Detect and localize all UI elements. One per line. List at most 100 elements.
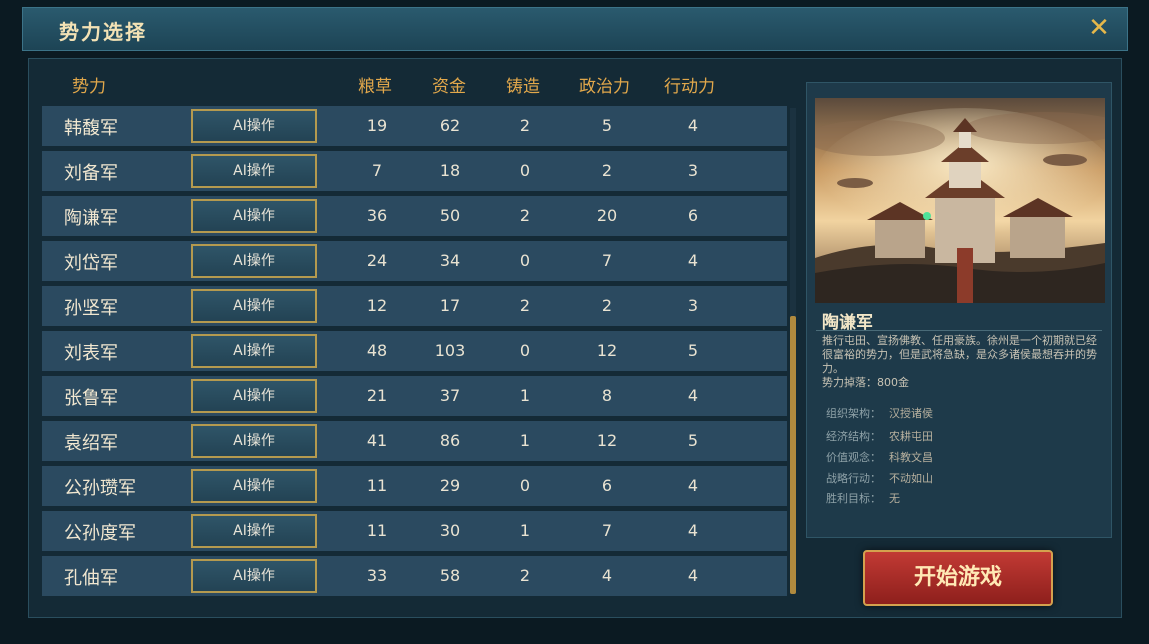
politics-value: 12 xyxy=(596,341,618,360)
grain-value: 7 xyxy=(371,161,383,180)
table-row[interactable]: 韩馥军 AI操作 19 62 2 5 4 xyxy=(42,106,787,146)
grain-value: 36 xyxy=(366,206,388,225)
faction-name: 孔伷军 xyxy=(64,568,118,589)
table-row[interactable]: 张鲁军 AI操作 21 37 1 8 4 xyxy=(42,376,787,416)
faction-name: 刘岱军 xyxy=(64,253,118,274)
funds-value: 50 xyxy=(439,206,461,225)
ai-control-button[interactable]: AI操作 xyxy=(191,424,317,458)
politics-value: 6 xyxy=(601,476,613,495)
header-politics: 政治力 xyxy=(579,77,630,97)
table-row[interactable]: 刘岱军 AI操作 24 34 0 7 4 xyxy=(42,241,787,281)
field-label: 组织架构： xyxy=(826,407,881,420)
cast-value: 2 xyxy=(519,566,531,585)
ai-control-button[interactable]: AI操作 xyxy=(191,109,317,143)
action-value: 4 xyxy=(687,386,699,405)
politics-value: 12 xyxy=(596,431,618,450)
table-row[interactable]: 公孙度军 AI操作 11 30 1 7 4 xyxy=(42,511,787,551)
close-icon[interactable]: ✕ xyxy=(1085,14,1113,42)
grain-value: 33 xyxy=(366,566,388,585)
funds-value: 62 xyxy=(439,116,461,135)
ai-control-button[interactable]: AI操作 xyxy=(191,559,317,593)
action-value: 4 xyxy=(687,116,699,135)
field-values: 价值观念： 科教文昌 xyxy=(826,449,933,465)
ai-control-button[interactable]: AI操作 xyxy=(191,379,317,413)
table-row[interactable]: 孙坚军 AI操作 12 17 2 2 3 xyxy=(42,286,787,326)
cast-value: 0 xyxy=(519,161,531,180)
grain-value: 24 xyxy=(366,251,388,270)
politics-value: 7 xyxy=(601,521,613,540)
ai-control-button[interactable]: AI操作 xyxy=(191,244,317,278)
faction-name: 公孙度军 xyxy=(64,523,136,544)
divider xyxy=(816,330,1102,331)
funds-value: 17 xyxy=(439,296,461,315)
page-title: 势力选择 xyxy=(59,20,147,44)
action-value: 4 xyxy=(687,521,699,540)
politics-value: 7 xyxy=(601,251,613,270)
grain-value: 11 xyxy=(366,521,388,540)
action-value: 3 xyxy=(687,296,699,315)
table-row[interactable]: 刘备军 AI操作 7 18 0 2 3 xyxy=(42,151,787,191)
action-value: 4 xyxy=(687,251,699,270)
faction-name: 陶谦军 xyxy=(64,208,118,229)
field-label: 战略行动： xyxy=(826,472,881,485)
ai-control-button[interactable]: AI操作 xyxy=(191,469,317,503)
funds-value: 30 xyxy=(439,521,461,540)
action-value: 3 xyxy=(687,161,699,180)
field-victory: 胜利目标： 无 xyxy=(826,490,900,506)
cast-value: 0 xyxy=(519,251,531,270)
field-label: 经济结构： xyxy=(826,430,881,443)
table-row[interactable]: 公孙瓒军 AI操作 11 29 0 6 4 xyxy=(42,466,787,506)
cast-value: 2 xyxy=(519,116,531,135)
scrollbar[interactable] xyxy=(790,108,796,594)
ai-control-button[interactable]: AI操作 xyxy=(191,154,317,188)
cast-value: 1 xyxy=(519,521,531,540)
field-economy: 经济结构： 农耕屯田 xyxy=(826,428,933,444)
politics-value: 2 xyxy=(601,296,613,315)
field-value: 科教文昌 xyxy=(889,451,933,464)
ai-control-button[interactable]: AI操作 xyxy=(191,199,317,233)
header-cast: 铸造 xyxy=(506,77,540,97)
faction-name: 韩馥军 xyxy=(64,118,118,139)
header-faction: 势力 xyxy=(72,77,106,97)
faction-name: 公孙瓒军 xyxy=(64,478,136,499)
table-row[interactable]: 刘表军 AI操作 48 103 0 12 5 xyxy=(42,331,787,371)
faction-name: 张鲁军 xyxy=(64,388,118,409)
header-action: 行动力 xyxy=(664,77,715,97)
cast-value: 2 xyxy=(519,206,531,225)
field-value: 农耕屯田 xyxy=(889,430,933,443)
funds-value: 58 xyxy=(439,566,461,585)
title-bar: 势力选择 ✕ xyxy=(22,7,1128,51)
grain-value: 48 xyxy=(366,341,388,360)
start-game-button[interactable]: 开始游戏 xyxy=(863,550,1053,606)
ai-control-button[interactable]: AI操作 xyxy=(191,334,317,368)
funds-value: 86 xyxy=(439,431,461,450)
header-grain: 粮草 xyxy=(358,77,392,97)
cast-value: 1 xyxy=(519,431,531,450)
field-organization: 组织架构： 汉授诸侯 xyxy=(826,405,933,421)
grain-value: 19 xyxy=(366,116,388,135)
field-value: 汉授诸侯 xyxy=(889,407,933,420)
grain-value: 12 xyxy=(366,296,388,315)
faction-name: 刘备军 xyxy=(64,163,118,184)
field-strategy: 战略行动： 不动如山 xyxy=(826,470,933,486)
grain-value: 11 xyxy=(366,476,388,495)
funds-value: 37 xyxy=(439,386,461,405)
drop-text: 势力掉落：800金 xyxy=(822,376,909,389)
cast-value: 0 xyxy=(519,341,531,360)
description-text: 推行屯田、宣扬佛教、任用豪族。徐州是一个初期就已经很富裕的势力，但是武将急缺，是… xyxy=(822,334,1097,375)
faction-description: 推行屯田、宣扬佛教、任用豪族。徐州是一个初期就已经很富裕的势力，但是武将急缺，是… xyxy=(822,334,1098,390)
field-label: 价值观念： xyxy=(826,451,881,464)
table-row[interactable]: 袁绍军 AI操作 41 86 1 12 5 xyxy=(42,421,787,461)
faction-name: 孙坚军 xyxy=(64,298,118,319)
table-row[interactable]: 孔伷军 AI操作 33 58 2 4 4 xyxy=(42,556,787,596)
action-value: 4 xyxy=(687,566,699,585)
scrollbar-thumb[interactable] xyxy=(790,316,796,594)
funds-value: 29 xyxy=(439,476,461,495)
politics-value: 2 xyxy=(601,161,613,180)
politics-value: 20 xyxy=(596,206,618,225)
ai-control-button[interactable]: AI操作 xyxy=(191,514,317,548)
funds-value: 34 xyxy=(439,251,461,270)
table-row[interactable]: 陶谦军 AI操作 36 50 2 20 6 xyxy=(42,196,787,236)
cast-value: 1 xyxy=(519,386,531,405)
ai-control-button[interactable]: AI操作 xyxy=(191,289,317,323)
